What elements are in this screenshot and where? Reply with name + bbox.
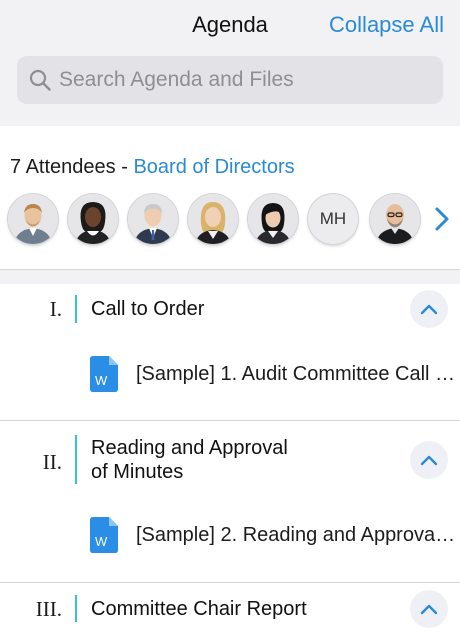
avatar[interactable]: [248, 194, 298, 244]
avatar-initials-text: MH: [319, 209, 347, 228]
avatar[interactable]: [370, 194, 420, 244]
board-link[interactable]: Board of Directors: [133, 156, 294, 178]
chevron-right-icon[interactable]: [432, 205, 452, 233]
header: Agenda Collapse All: [0, 0, 460, 126]
collapse-all-button[interactable]: Collapse All: [329, 12, 444, 38]
avatar[interactable]: [128, 194, 178, 244]
file-row[interactable]: W [Sample] 2. Reading and Approval of Mi…: [90, 515, 460, 555]
file-row[interactable]: W [Sample] 1. Audit Committee Call to Or…: [90, 354, 460, 394]
word-document-icon: W: [90, 517, 118, 553]
collapse-toggle[interactable]: [410, 441, 448, 479]
agenda-divider: [75, 295, 77, 323]
avatar-initials[interactable]: MH: [308, 194, 358, 244]
agenda-item-number: I.: [49, 297, 62, 321]
word-document-icon: W: [90, 356, 118, 392]
search-icon: [29, 69, 51, 91]
word-icon-letter: W: [95, 373, 108, 388]
agenda-item-title-line: Reading and Approval: [91, 437, 288, 459]
word-icon-letter: W: [95, 534, 108, 549]
chevron-up-icon: [420, 304, 438, 315]
chevron-up-icon: [420, 604, 438, 615]
collapse-toggle[interactable]: [410, 590, 448, 628]
avatar[interactable]: [188, 194, 238, 244]
agenda-item-title[interactable]: Reading and Approval of Minutes: [91, 436, 288, 484]
agenda-item: II. Reading and Approval of Minutes W [S…: [0, 420, 460, 582]
file-name: [Sample] 1. Audit Committee Call to Orde…: [136, 363, 456, 385]
agenda-divider: [75, 595, 77, 622]
file-name: [Sample] 2. Reading and Approval of Minu…: [136, 524, 456, 546]
agenda-list: I. Call to Order W [Sample] 1. Audit Com…: [0, 284, 460, 639]
agenda-item: III. Committee Chair Report: [0, 582, 460, 639]
agenda-item-number: III.: [35, 597, 62, 621]
agenda-item-title-line: of Minutes: [91, 461, 184, 483]
attendees-panel: 7 Attendees - Board of Directors MH: [0, 126, 460, 270]
attendees-separator: -: [121, 156, 128, 178]
agenda-item-title[interactable]: Committee Chair Report: [91, 597, 307, 621]
agenda-item-title[interactable]: Call to Order: [91, 297, 204, 321]
search-input[interactable]: [59, 56, 431, 104]
agenda-item-number: II.: [42, 450, 62, 474]
attendees-summary: 7 Attendees - Board of Directors: [10, 156, 295, 179]
collapse-toggle[interactable]: [410, 290, 448, 328]
agenda-divider: [75, 435, 77, 484]
agenda-item: I. Call to Order W [Sample] 1. Audit Com…: [0, 284, 460, 420]
avatar[interactable]: [8, 194, 58, 244]
chevron-up-icon: [420, 455, 438, 466]
attendees-count: 7 Attendees: [10, 156, 116, 178]
avatar[interactable]: [68, 194, 118, 244]
search-bar[interactable]: [17, 56, 443, 104]
